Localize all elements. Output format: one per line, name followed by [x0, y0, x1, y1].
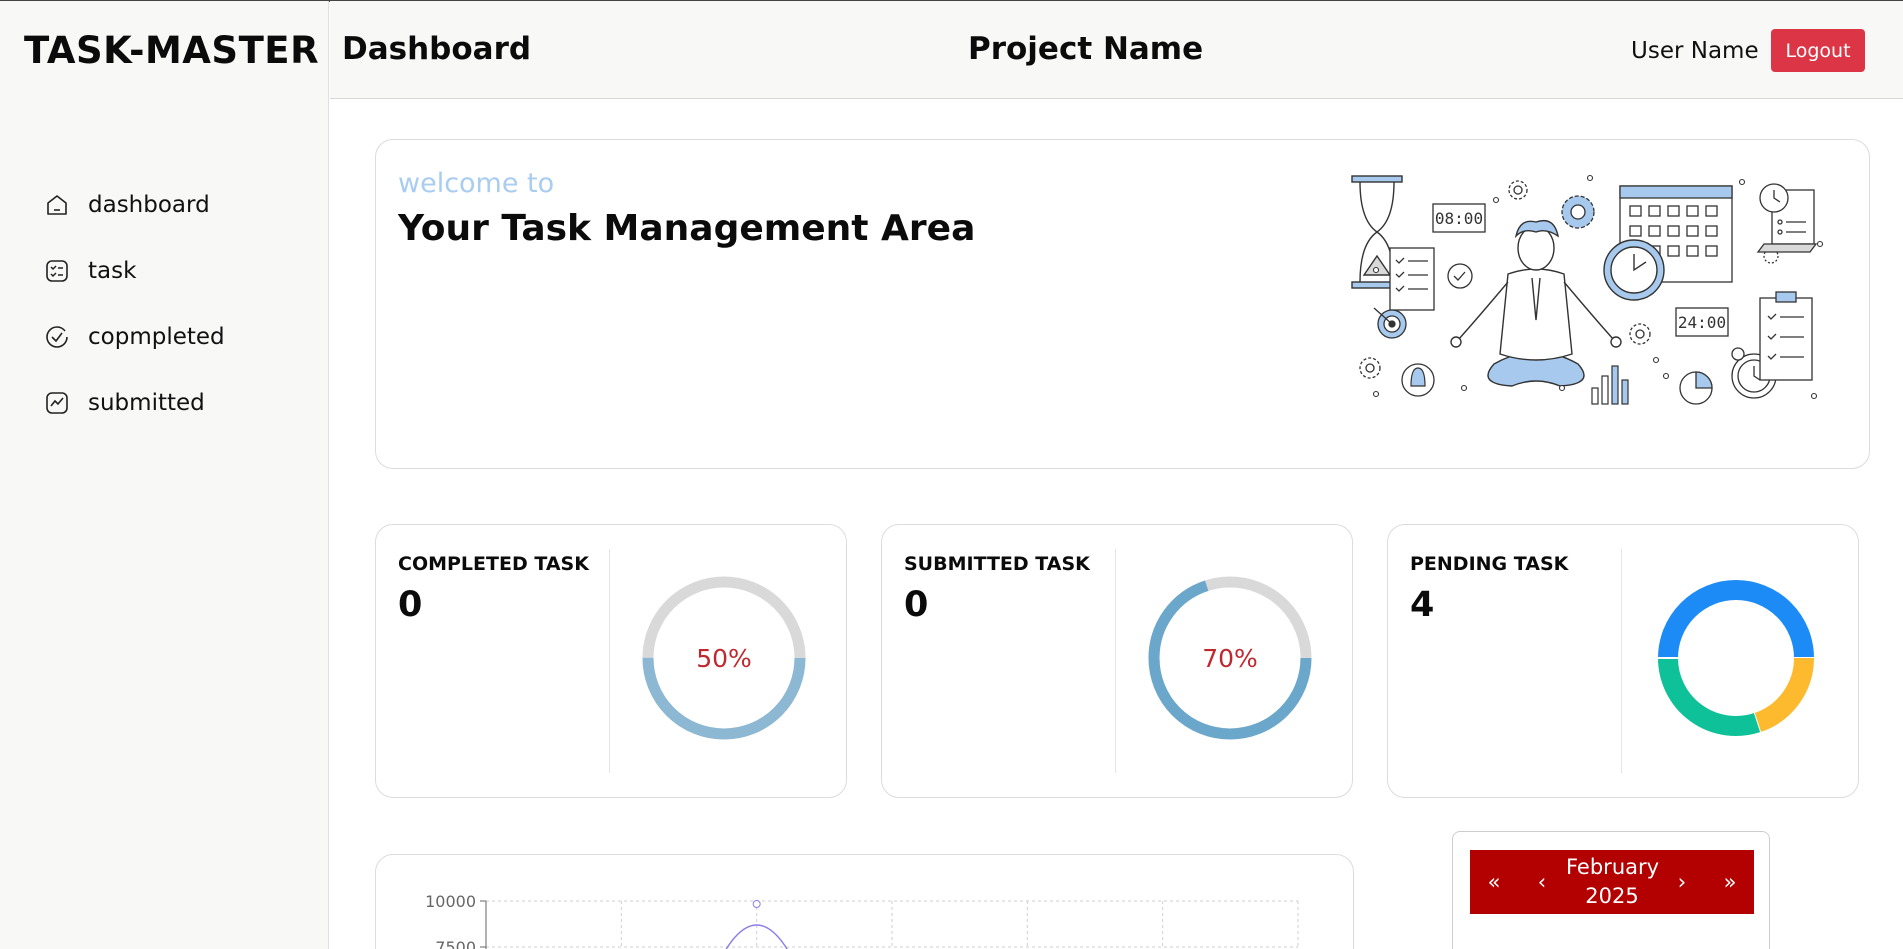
y-tick-label: 7500: [435, 938, 476, 949]
sidebar-item-label: task: [88, 258, 137, 284]
divider: [1115, 549, 1116, 773]
line-chart: 10000 7500: [425, 892, 1299, 949]
completed-task-card: COMPLETED TASK 0 50%: [375, 524, 847, 798]
pending-task-card: PENDING TASK 4: [1387, 524, 1859, 798]
project-name: Project Name: [968, 31, 1204, 67]
divider: [1621, 549, 1622, 773]
digital-clock-icon: 08:00: [1432, 203, 1486, 233]
donut-slice: [1658, 580, 1814, 659]
svg-text:24:00: 24:00: [1678, 313, 1726, 332]
target-icon: [1373, 307, 1407, 339]
data-point: [752, 900, 761, 908]
user-name: User Name: [1631, 38, 1759, 64]
stat-value: 0: [398, 585, 423, 625]
divider: [609, 549, 610, 773]
sidebar-item-label: dashboard: [88, 192, 210, 218]
meditation-illustration: 08:00 24:00: [1351, 174, 1824, 405]
sidebar: TASK-MASTER dashboard task copmpleted su…: [0, 1, 329, 949]
sidebar-item-task[interactable]: task: [44, 255, 225, 287]
prev-year-button[interactable]: «: [1470, 870, 1518, 894]
sidebar-item-submitted[interactable]: submitted: [44, 387, 225, 419]
line-chart-card: 10000 7500: [375, 854, 1354, 949]
next-year-button[interactable]: »: [1706, 870, 1754, 894]
calendar-month-label[interactable]: February 2025: [1566, 853, 1660, 911]
calendar-year: 2025: [1585, 884, 1639, 908]
submitted-task-card: SUBMITTED TASK 0 70%: [881, 524, 1353, 798]
check-circle-icon: [44, 324, 70, 350]
donut-slice: [1753, 657, 1814, 733]
app-logo[interactable]: TASK-MASTER: [24, 29, 319, 72]
bar-chart-icon: [1591, 365, 1629, 405]
page-title: Dashboard: [342, 31, 532, 67]
home-icon: [44, 192, 70, 218]
y-tick-label: 10000: [425, 892, 476, 911]
stat-value: 4: [1410, 585, 1435, 625]
sidebar-item-label: copmpleted: [88, 324, 225, 350]
progress-percent: 50%: [696, 643, 752, 673]
sidebar-item-dashboard[interactable]: dashboard: [44, 189, 225, 221]
welcome-subtitle: welcome to: [398, 168, 555, 199]
stat-value: 0: [904, 585, 929, 625]
prev-month-button[interactable]: ‹: [1518, 870, 1566, 894]
stat-title: COMPLETED TASK: [398, 553, 589, 575]
pending-donut-chart: [1656, 580, 1816, 736]
person-illustration: [1450, 219, 1622, 387]
clock-icon: [1603, 239, 1665, 301]
calendar-header: « ‹ February 2025 › »: [1470, 850, 1754, 914]
checklist-icon: [44, 258, 70, 284]
stat-title: PENDING TASK: [1410, 553, 1569, 575]
sidebar-nav: dashboard task copmpleted submitted: [44, 189, 225, 453]
calendar-month: February: [1566, 855, 1660, 879]
logout-button[interactable]: Logout: [1771, 29, 1865, 72]
stat-title: SUBMITTED TASK: [904, 553, 1090, 575]
svg-text:08:00: 08:00: [1435, 209, 1483, 228]
sidebar-item-completed[interactable]: copmpleted: [44, 321, 225, 353]
calendar-widget: « ‹ February 2025 › »: [1452, 831, 1770, 949]
chart-icon: [44, 390, 70, 416]
digital-clock-icon: 24:00: [1675, 307, 1729, 337]
welcome-title: Your Task Management Area: [398, 208, 976, 249]
donut-slice: [1658, 657, 1761, 736]
progress-percent: 70%: [1202, 643, 1258, 673]
pie-chart-icon: [1679, 371, 1713, 405]
sidebar-item-label: submitted: [88, 390, 205, 416]
next-month-button[interactable]: ›: [1658, 870, 1706, 894]
top-header: Dashboard Project Name User Name Logout: [330, 1, 1903, 99]
welcome-card: welcome to Your Task Management Area 08:…: [375, 139, 1870, 469]
